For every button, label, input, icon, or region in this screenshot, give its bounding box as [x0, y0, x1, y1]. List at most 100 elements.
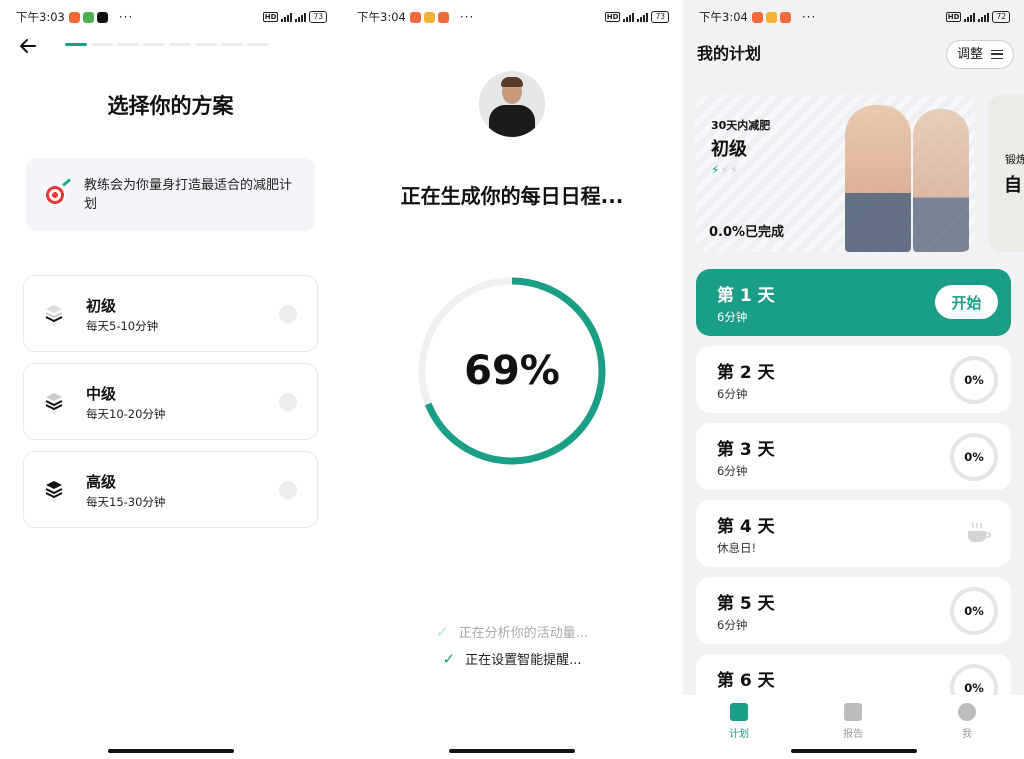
back-arrow-icon[interactable] [18, 36, 38, 56]
level-duration: 每天15-30分钟 [86, 495, 166, 509]
status-right: HD 73 [604, 11, 669, 23]
plan-level: 自 [1004, 175, 1022, 196]
signal-icon [637, 12, 649, 22]
app-notification-icon [779, 11, 791, 23]
adjust-label: 调整 [957, 47, 984, 62]
day-row-4[interactable]: 第 4 天 休息日! [696, 500, 1011, 567]
tab-plan[interactable]: 计划 [709, 703, 769, 740]
onboarding-progress [65, 43, 269, 46]
day-row-5[interactable]: 第 5 天 6分钟 0% [696, 577, 1011, 644]
more-notifications-icon: ··· [459, 10, 475, 24]
signal-icon [281, 12, 293, 22]
level-name: 初级 [86, 297, 117, 315]
generating-schedule-screen: 下午3:04 ··· HD 73 正在生成你的每日日程... 69% ✓ 正在分析… [341, 0, 683, 759]
signal-icon [623, 12, 635, 22]
day-row-3[interactable]: 第 3 天 6分钟 0% [696, 423, 1011, 490]
coach-tip-card: 教练会为你量身打造最适合的减肥计划 [26, 158, 315, 231]
progress-segment [65, 43, 87, 46]
level-name: 高级 [86, 473, 117, 491]
hd-icon: HD [945, 12, 962, 22]
home-indicator[interactable] [107, 749, 234, 753]
status-bar: 下午3:03 ··· HD 73 [16, 8, 327, 26]
coach-avatar [479, 71, 545, 137]
progress-segment [91, 43, 113, 46]
status-right: HD 73 [262, 11, 327, 23]
app-notification-icon [437, 11, 449, 23]
more-notifications-icon: ··· [801, 10, 817, 24]
status-time: 下午3:04 [699, 10, 748, 24]
app-notification-icon [82, 11, 94, 23]
generating-title: 正在生成你的每日日程... [400, 184, 624, 208]
day-name: 第 2 天 [717, 363, 775, 383]
home-indicator[interactable] [790, 749, 917, 753]
step-reminders: ✓ 正在设置智能提醒... [341, 649, 683, 668]
adjust-button[interactable]: 调整 [946, 40, 1014, 69]
step-analyzing: ✓ 正在分析你的活动量... [341, 622, 683, 641]
plan-card-next[interactable]: 锻炼 自 [988, 95, 1024, 252]
level-option-beginner[interactable]: 初级 每天5-10分钟 [23, 275, 318, 352]
sliders-icon [991, 50, 1003, 59]
start-button[interactable]: 开始 [935, 285, 998, 319]
calendar-icon [844, 703, 862, 721]
day-progress: 0% [950, 587, 998, 635]
coffee-cup-icon [968, 522, 991, 542]
home-indicator[interactable] [449, 749, 575, 753]
day-name: 第 6 天 [717, 671, 775, 691]
tab-label: 报告 [843, 729, 863, 740]
check-icon: ✓ [436, 623, 449, 641]
level-option-intermediate[interactable]: 中级 每天10-20分钟 [23, 363, 318, 440]
day-row-1[interactable]: 第 1 天 6分钟 开始 [696, 269, 1011, 336]
layers-light-icon [45, 305, 63, 323]
day-progress: 0% [950, 433, 998, 481]
progress-segment [247, 43, 269, 46]
plan-icon [730, 703, 748, 721]
progress-segment [195, 43, 217, 46]
plan-completion: 0.0%已完成 [709, 225, 785, 240]
day-duration: 6分钟 [717, 618, 748, 632]
tab-me[interactable]: 我 [937, 703, 997, 740]
after-body-image [913, 109, 969, 252]
plan-level: 初级 [711, 139, 747, 160]
step-text: 正在设置智能提醒... [465, 653, 582, 668]
app-notification-icon [423, 11, 435, 23]
page-title: 选择你的方案 [107, 94, 234, 118]
status-time: 下午3:03 [16, 10, 65, 24]
intensity-bolts-icon: ⚡⚡⚡ [711, 163, 740, 177]
battery-icon: 73 [309, 11, 327, 23]
person-icon [958, 703, 976, 721]
bottom-tab-bar: 计划 报告 我 [683, 695, 1024, 759]
plan-card-beginner[interactable]: 30天内减肥 初级 ⚡⚡⚡ 0.0%已完成 [695, 95, 975, 252]
status-bar: 下午3:04 ··· HD 73 [357, 8, 669, 26]
level-radio[interactable] [279, 305, 297, 323]
day-duration: 6分钟 [717, 310, 748, 324]
status-bar: 下午3:04 ··· HD 72 [699, 8, 1010, 26]
plan-subtitle: 锻炼 [1005, 153, 1024, 166]
progress-segment [169, 43, 191, 46]
level-duration: 每天10-20分钟 [86, 407, 166, 421]
signal-icon [295, 12, 307, 22]
level-name: 中级 [86, 385, 117, 403]
day-name: 第 5 天 [717, 594, 775, 614]
page-title: 我的计划 [697, 44, 762, 63]
tab-label: 计划 [729, 729, 749, 740]
level-duration: 每天5-10分钟 [86, 319, 159, 333]
day-rest-label: 休息日! [717, 541, 757, 555]
my-plan-screen: 下午3:04 ··· HD 72 我的计划 调整 30天内减肥 初级 ⚡⚡⚡ 0… [683, 0, 1024, 759]
signal-icon [978, 12, 990, 22]
level-radio[interactable] [279, 393, 297, 411]
plan-selection-screen: 下午3:03 ··· HD 73 选择你的方案 教练会为你量身打造最适合的减肥计… [0, 0, 341, 759]
level-option-advanced[interactable]: 高级 每天15-30分钟 [23, 451, 318, 528]
day-row-2[interactable]: 第 2 天 6分钟 0% [696, 346, 1011, 413]
tiktok-icon [96, 11, 108, 23]
tab-report[interactable]: 报告 [823, 703, 883, 740]
hd-icon: HD [604, 12, 621, 22]
tip-text: 教练会为你量身打造最适合的减肥计划 [84, 178, 293, 212]
status-time: 下午3:04 [357, 10, 406, 24]
target-icon [44, 184, 66, 206]
app-notification-icon [68, 11, 80, 23]
plan-subtitle: 30天内减肥 [711, 119, 771, 132]
level-radio[interactable] [279, 481, 297, 499]
app-notification-icon [751, 11, 763, 23]
progress-segment [117, 43, 139, 46]
layers-dark-icon [45, 481, 63, 499]
